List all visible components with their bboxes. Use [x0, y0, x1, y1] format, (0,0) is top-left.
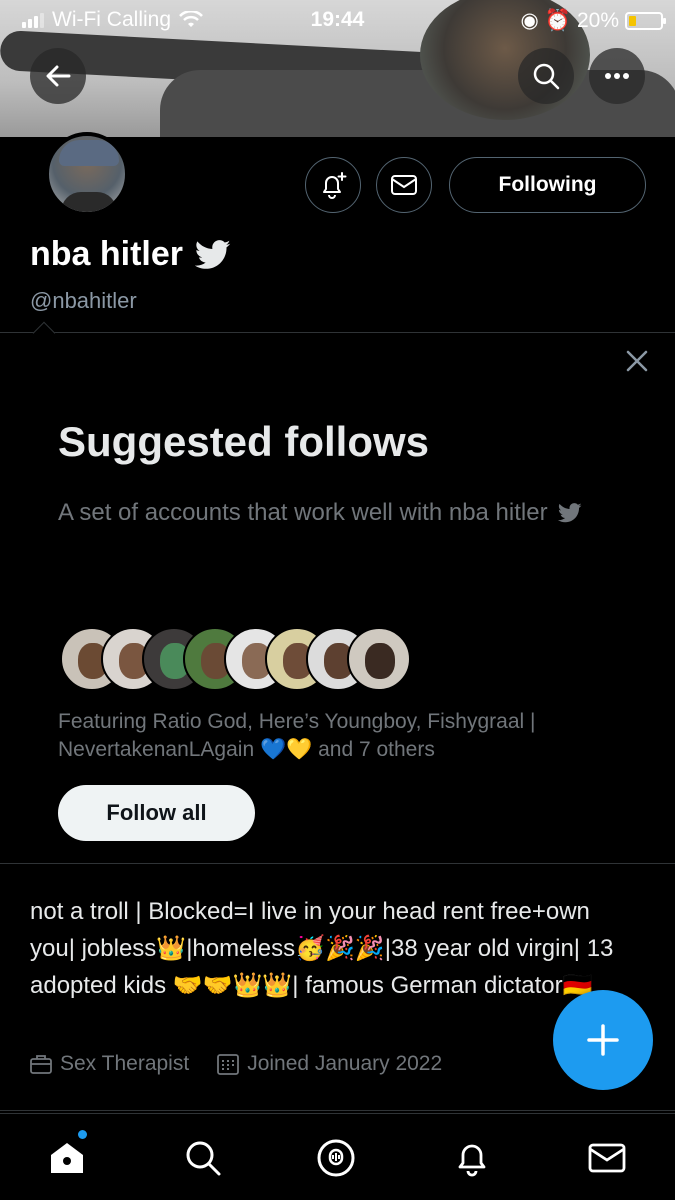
more-icon: [605, 73, 629, 79]
suggested-avatar: [347, 627, 411, 691]
search-button[interactable]: [518, 48, 574, 104]
home-icon: [51, 1143, 83, 1173]
bell-plus-icon: [323, 172, 347, 199]
panel-notch: [32, 321, 56, 345]
search-icon: [533, 63, 560, 90]
briefcase-icon: [30, 1055, 52, 1074]
tab-home[interactable]: [45, 1136, 89, 1180]
envelope-icon: [588, 1143, 626, 1173]
avatar-suit-shape: [61, 192, 117, 212]
twitter-bird-icon: [195, 239, 231, 269]
notifications-button[interactable]: [305, 157, 361, 213]
tab-messages[interactable]: [585, 1136, 629, 1180]
divider-middle: [0, 863, 675, 864]
message-button[interactable]: [376, 157, 432, 213]
back-button[interactable]: [30, 48, 86, 104]
more-options-button[interactable]: [589, 48, 645, 104]
profile-name: nba hitler: [30, 235, 184, 273]
suggested-description-text: A set of accounts that work well with nb…: [58, 499, 548, 526]
twitter-bird-icon: [558, 503, 582, 523]
spaces-icon: [317, 1139, 355, 1177]
battery-percent: 20%: [576, 8, 619, 32]
bell-icon: [458, 1144, 486, 1177]
close-icon: [626, 350, 648, 372]
divider-top: [0, 332, 675, 333]
status-right: ◉ ⏰ 20%: [520, 8, 666, 33]
lock-rotation-icon: ◉: [520, 9, 539, 32]
profile-bio: not a troll | Blocked=I live in your hea…: [30, 898, 614, 999]
profile-name-row: nba hitler: [30, 235, 231, 274]
suggested-description: A set of accounts that work well with nb…: [58, 494, 598, 532]
arrow-left-icon: [46, 65, 71, 87]
profile-meta: Sex Therapist Joined January 2022: [30, 1052, 442, 1076]
close-suggestions-button[interactable]: [622, 346, 652, 376]
profession-label: Sex Therapist: [60, 1052, 190, 1075]
status-bar: Wi-Fi Calling 19:44 ◉ ⏰ 20%: [0, 0, 675, 40]
joined-item: Joined January 2022: [217, 1052, 442, 1076]
envelope-icon: [391, 175, 417, 195]
follow-all-button[interactable]: Follow all: [58, 785, 255, 841]
profession-item: Sex Therapist: [30, 1052, 189, 1076]
battery-icon: [625, 11, 666, 30]
avatar-hat-shape: [59, 140, 119, 166]
home-unread-dot: [78, 1130, 87, 1139]
divider-bottom: [0, 1110, 675, 1111]
suggested-featuring: Featuring Ratio God, Here’s Youngboy, Fi…: [58, 710, 536, 761]
tab-explore[interactable]: [181, 1136, 225, 1180]
tab-spaces[interactable]: [314, 1136, 358, 1180]
profile-handle: @nbahitler: [30, 288, 137, 313]
bottom-tab-bar: [0, 1113, 675, 1200]
plus-icon: [587, 1024, 619, 1056]
search-icon: [186, 1141, 221, 1176]
alarm-icon: ⏰: [544, 8, 571, 32]
suggested-title: Suggested follows: [58, 418, 430, 465]
profile-avatar[interactable]: [45, 132, 129, 216]
compose-tweet-button[interactable]: [553, 990, 653, 1090]
calendar-icon: [217, 1054, 240, 1075]
tab-notifications[interactable]: [450, 1136, 494, 1180]
joined-label: Joined January 2022: [247, 1052, 443, 1075]
following-button[interactable]: Following: [449, 157, 646, 213]
